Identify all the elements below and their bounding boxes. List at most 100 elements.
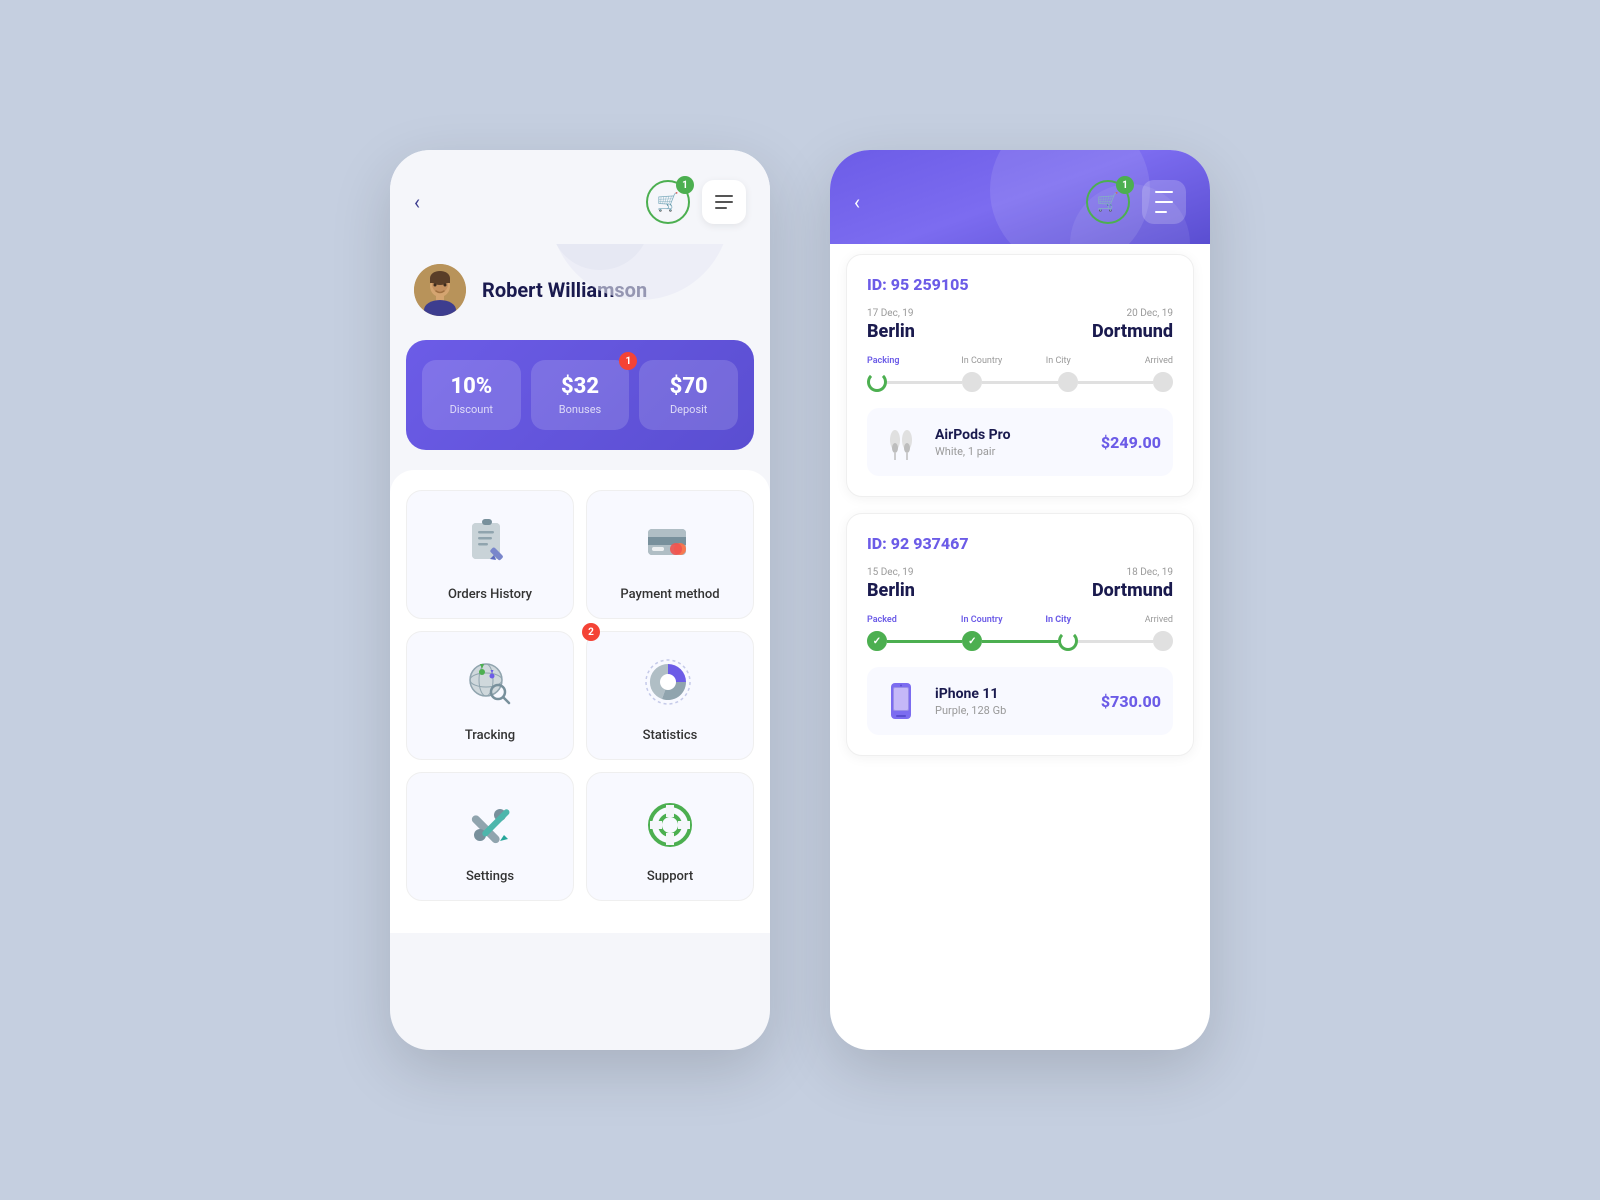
from-city-1: Berlin (867, 321, 915, 342)
bonuses-badge: 1 (619, 352, 637, 370)
grid-item-statistics[interactable]: Statistics (586, 631, 754, 760)
grid-item-settings[interactable]: Settings (406, 772, 574, 901)
orders-history-icon (458, 511, 522, 575)
order-id-2: ID: 92 937467 (867, 534, 1173, 553)
tracking-progress-2: ✓ ✓ (867, 631, 1173, 651)
track-dot2-3 (1153, 631, 1173, 651)
deposit-card[interactable]: $70 Deposit (639, 360, 738, 430)
hamburger-icon (715, 195, 733, 209)
right-menu-line-2 (1155, 201, 1173, 203)
support-icon (638, 793, 702, 857)
right-hamburger-icon (1155, 191, 1173, 213)
track-label-incity: In City (1020, 356, 1097, 366)
right-header-right: 🛒 1 (1086, 180, 1186, 224)
order-card-2[interactable]: ID: 92 937467 15 Dec, 19 Berlin 18 Dec, … (846, 513, 1194, 756)
track-label-packing: Packing (867, 356, 944, 366)
grid-item-payment-method[interactable]: Payment method (586, 490, 754, 619)
product-desc-1: White, 1 pair (935, 445, 1089, 458)
from-date-1: 17 Dec, 19 (867, 308, 915, 319)
check-1: ✓ (968, 636, 976, 647)
track-dot-0 (867, 372, 887, 392)
product-name-1: AirPods Pro (935, 427, 1089, 443)
tracking-icon (458, 652, 522, 716)
track-line-0 (887, 381, 962, 384)
track-line-2 (1078, 381, 1153, 384)
to-date-1: 20 Dec, 19 (1092, 308, 1173, 319)
discount-value: 10% (432, 374, 511, 399)
cart-button[interactable]: 🛒 1 (646, 180, 690, 224)
route-from-2: 15 Dec, 19 Berlin (867, 567, 915, 601)
settings-icon (458, 793, 522, 857)
order-route-2: 15 Dec, 19 Berlin 18 Dec, 19 Dortmund (867, 567, 1173, 601)
track-label-incountry: In Country (944, 356, 1021, 366)
avatar (414, 264, 466, 316)
right-cart-button[interactable]: 🛒 1 (1086, 180, 1130, 224)
tracking-labels-2: Packed In Country In City Arrived (867, 615, 1173, 625)
stats-banner: 10% Discount 1 $32 Bonuses $70 Deposit (406, 340, 754, 450)
right-menu-line-1 (1155, 191, 1173, 193)
grid-section: Orders History (390, 470, 770, 933)
order-card-1[interactable]: ID: 95 259105 17 Dec, 19 Berlin 20 Dec, … (846, 254, 1194, 497)
tracking-bar-2: Packed In Country In City Arrived ✓ ✓ (867, 615, 1173, 651)
menu-line-3 (715, 207, 727, 209)
grid-item-orders-history[interactable]: Orders History (406, 490, 574, 619)
track-line2-1 (982, 640, 1057, 643)
check-0: ✓ (873, 636, 881, 647)
grid-row-2: 2 (406, 631, 754, 760)
track-line2-2 (1078, 640, 1153, 643)
product-desc-2: Purple, 128 Gb (935, 704, 1089, 717)
product-img-2 (879, 679, 923, 723)
settings-label: Settings (466, 869, 514, 884)
menu-line-2 (715, 201, 733, 203)
grid-item-support[interactable]: Support (586, 772, 754, 901)
product-price-2: $730.00 (1101, 692, 1161, 711)
left-header: ‹ 🛒 1 (390, 150, 770, 244)
right-back-button[interactable]: ‹ (854, 190, 860, 214)
track-line2-0 (887, 640, 962, 643)
product-price-1: $249.00 (1101, 433, 1161, 452)
cart-icon: 🛒 (657, 192, 679, 213)
grid-item-tracking[interactable]: Tracking (406, 631, 574, 760)
route-to-1: 20 Dec, 19 Dortmund (1092, 308, 1173, 342)
track-dot-3 (1153, 372, 1173, 392)
orders-content: ID: 95 259105 17 Dec, 19 Berlin 20 Dec, … (830, 234, 1210, 792)
route-to-2: 18 Dec, 19 Dortmund (1092, 567, 1173, 601)
discount-card[interactable]: 10% Discount (422, 360, 521, 430)
product-name-2: iPhone 11 (935, 686, 1089, 702)
product-info-1: AirPods Pro White, 1 pair (935, 427, 1089, 458)
statistics-icon (638, 652, 702, 716)
product-row-2: iPhone 11 Purple, 128 Gb $730.00 (867, 667, 1173, 735)
tracking-label: Tracking (465, 728, 515, 743)
menu-button[interactable] (702, 180, 746, 224)
bonuses-card[interactable]: 1 $32 Bonuses (531, 360, 630, 430)
tracking-bar-1: Packing In Country In City Arrived (867, 356, 1173, 392)
right-header: ‹ 🛒 1 (830, 150, 1210, 244)
order-route-1: 17 Dec, 19 Berlin 20 Dec, 19 Dortmund (867, 308, 1173, 342)
deposit-label: Deposit (649, 403, 728, 416)
grid-row-3: Settings (406, 772, 754, 901)
track-dot2-1: ✓ (962, 631, 982, 651)
left-phone: ‹ 🛒 1 (390, 150, 770, 1050)
back-button[interactable]: ‹ (414, 190, 420, 214)
tracking-badge: 2 (582, 623, 600, 641)
orders-history-label: Orders History (448, 587, 532, 602)
route-from-1: 17 Dec, 19 Berlin (867, 308, 915, 342)
order-id-1: ID: 95 259105 (867, 275, 1173, 294)
payment-method-label: Payment method (620, 587, 719, 602)
track-label-incountry2: In Country (944, 615, 1021, 625)
statistics-label: Statistics (643, 728, 698, 743)
deposit-value: $70 (649, 374, 728, 399)
track-label-arrived: Arrived (1097, 356, 1174, 366)
track-label-packed: Packed (867, 615, 944, 625)
avatar-svg (414, 264, 466, 316)
grid-row-1: Orders History (406, 490, 754, 619)
track-dot-2 (1058, 372, 1078, 392)
to-city-2: Dortmund (1092, 580, 1173, 601)
bonuses-label: Bonuses (541, 403, 620, 416)
discount-label: Discount (432, 403, 511, 416)
menu-line-1 (715, 195, 733, 197)
right-menu-button[interactable] (1142, 180, 1186, 224)
track-label-incity2: In City (1020, 615, 1097, 625)
to-date-2: 18 Dec, 19 (1092, 567, 1173, 578)
track-line-1 (982, 381, 1057, 384)
